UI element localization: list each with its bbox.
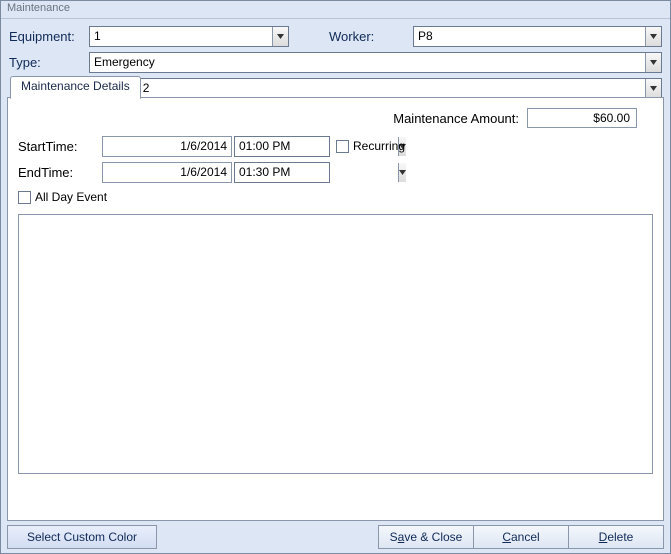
- chevron-down-icon: [650, 34, 657, 39]
- notes-textarea[interactable]: [18, 214, 653, 474]
- equipment-input[interactable]: [90, 27, 272, 46]
- cancel-button[interactable]: Cancel: [473, 525, 569, 549]
- equipment-combo[interactable]: [89, 26, 289, 47]
- chevron-down-icon: [650, 86, 657, 91]
- recurring-label: Recurring: [353, 139, 405, 153]
- worker-drop-button[interactable]: [645, 27, 661, 46]
- tab-maintenance-details[interactable]: Maintenance Details: [10, 76, 141, 99]
- save-prefix: S: [390, 530, 398, 544]
- equipment-drop-button[interactable]: [272, 27, 288, 46]
- chevron-down-icon: [399, 170, 406, 175]
- delete-mnemonic: D: [599, 530, 608, 544]
- type-combo[interactable]: [89, 52, 662, 73]
- save-mnemonic: a: [398, 530, 405, 544]
- allday-wrap: All Day Event: [18, 190, 653, 204]
- end-date-input[interactable]: [102, 162, 232, 183]
- worker-label: Worker:: [289, 29, 401, 44]
- chevron-down-icon: [277, 34, 284, 39]
- footer-spacer: [157, 525, 379, 549]
- recurring-wrap: Recurring: [336, 139, 405, 153]
- header-row-2: Type:: [9, 51, 662, 73]
- save-suffix: ve & Close: [404, 530, 462, 544]
- worker-input[interactable]: [414, 27, 645, 46]
- amount-label: Maintenance Amount:: [393, 111, 519, 126]
- header-row-1: Equipment: Worker:: [9, 25, 662, 47]
- start-date-input[interactable]: [102, 136, 232, 157]
- cancel-mnemonic: C: [502, 530, 511, 544]
- select-custom-color-button[interactable]: Select Custom Color: [7, 525, 157, 549]
- cancel-suffix: ancel: [511, 530, 540, 544]
- location-input[interactable]: [90, 79, 645, 98]
- delete-suffix: elete: [607, 530, 633, 544]
- end-time-combo[interactable]: [234, 162, 330, 183]
- end-time-label: EndTime:: [18, 165, 102, 180]
- end-time-drop-button[interactable]: [398, 163, 406, 182]
- start-time-combo[interactable]: [234, 136, 330, 157]
- type-drop-button[interactable]: [645, 53, 661, 72]
- allday-label: All Day Event: [35, 190, 107, 204]
- details-panel: Maintenance Details Maintenance Amount: …: [7, 97, 664, 521]
- location-drop-button[interactable]: [645, 79, 661, 98]
- type-label: Type:: [9, 55, 89, 70]
- delete-button[interactable]: Delete: [568, 525, 664, 549]
- equipment-label: Equipment:: [9, 29, 89, 44]
- start-time-label: StartTime:: [18, 139, 102, 154]
- start-time-row: StartTime: Recurring: [18, 134, 653, 158]
- allday-checkbox[interactable]: [18, 191, 31, 204]
- save-close-button[interactable]: Save & Close: [378, 525, 474, 549]
- end-time-input[interactable]: [235, 163, 398, 182]
- recurring-checkbox[interactable]: [336, 140, 349, 153]
- chevron-down-icon: [650, 60, 657, 65]
- maintenance-window: Maintenance Equipment: Worker: Type:: [0, 0, 671, 554]
- amount-input[interactable]: [527, 108, 637, 128]
- footer: Select Custom Color Save & Close Cancel …: [7, 525, 664, 549]
- amount-row: Maintenance Amount:: [18, 108, 653, 128]
- type-input[interactable]: [90, 53, 645, 72]
- details-body: Maintenance Amount: StartTime: Recurring: [8, 98, 663, 484]
- location-combo[interactable]: [89, 78, 662, 99]
- window-title: Maintenance: [1, 1, 670, 19]
- worker-combo[interactable]: [413, 26, 662, 47]
- tabstrip: Maintenance Details: [10, 76, 141, 98]
- end-time-row: EndTime:: [18, 160, 653, 184]
